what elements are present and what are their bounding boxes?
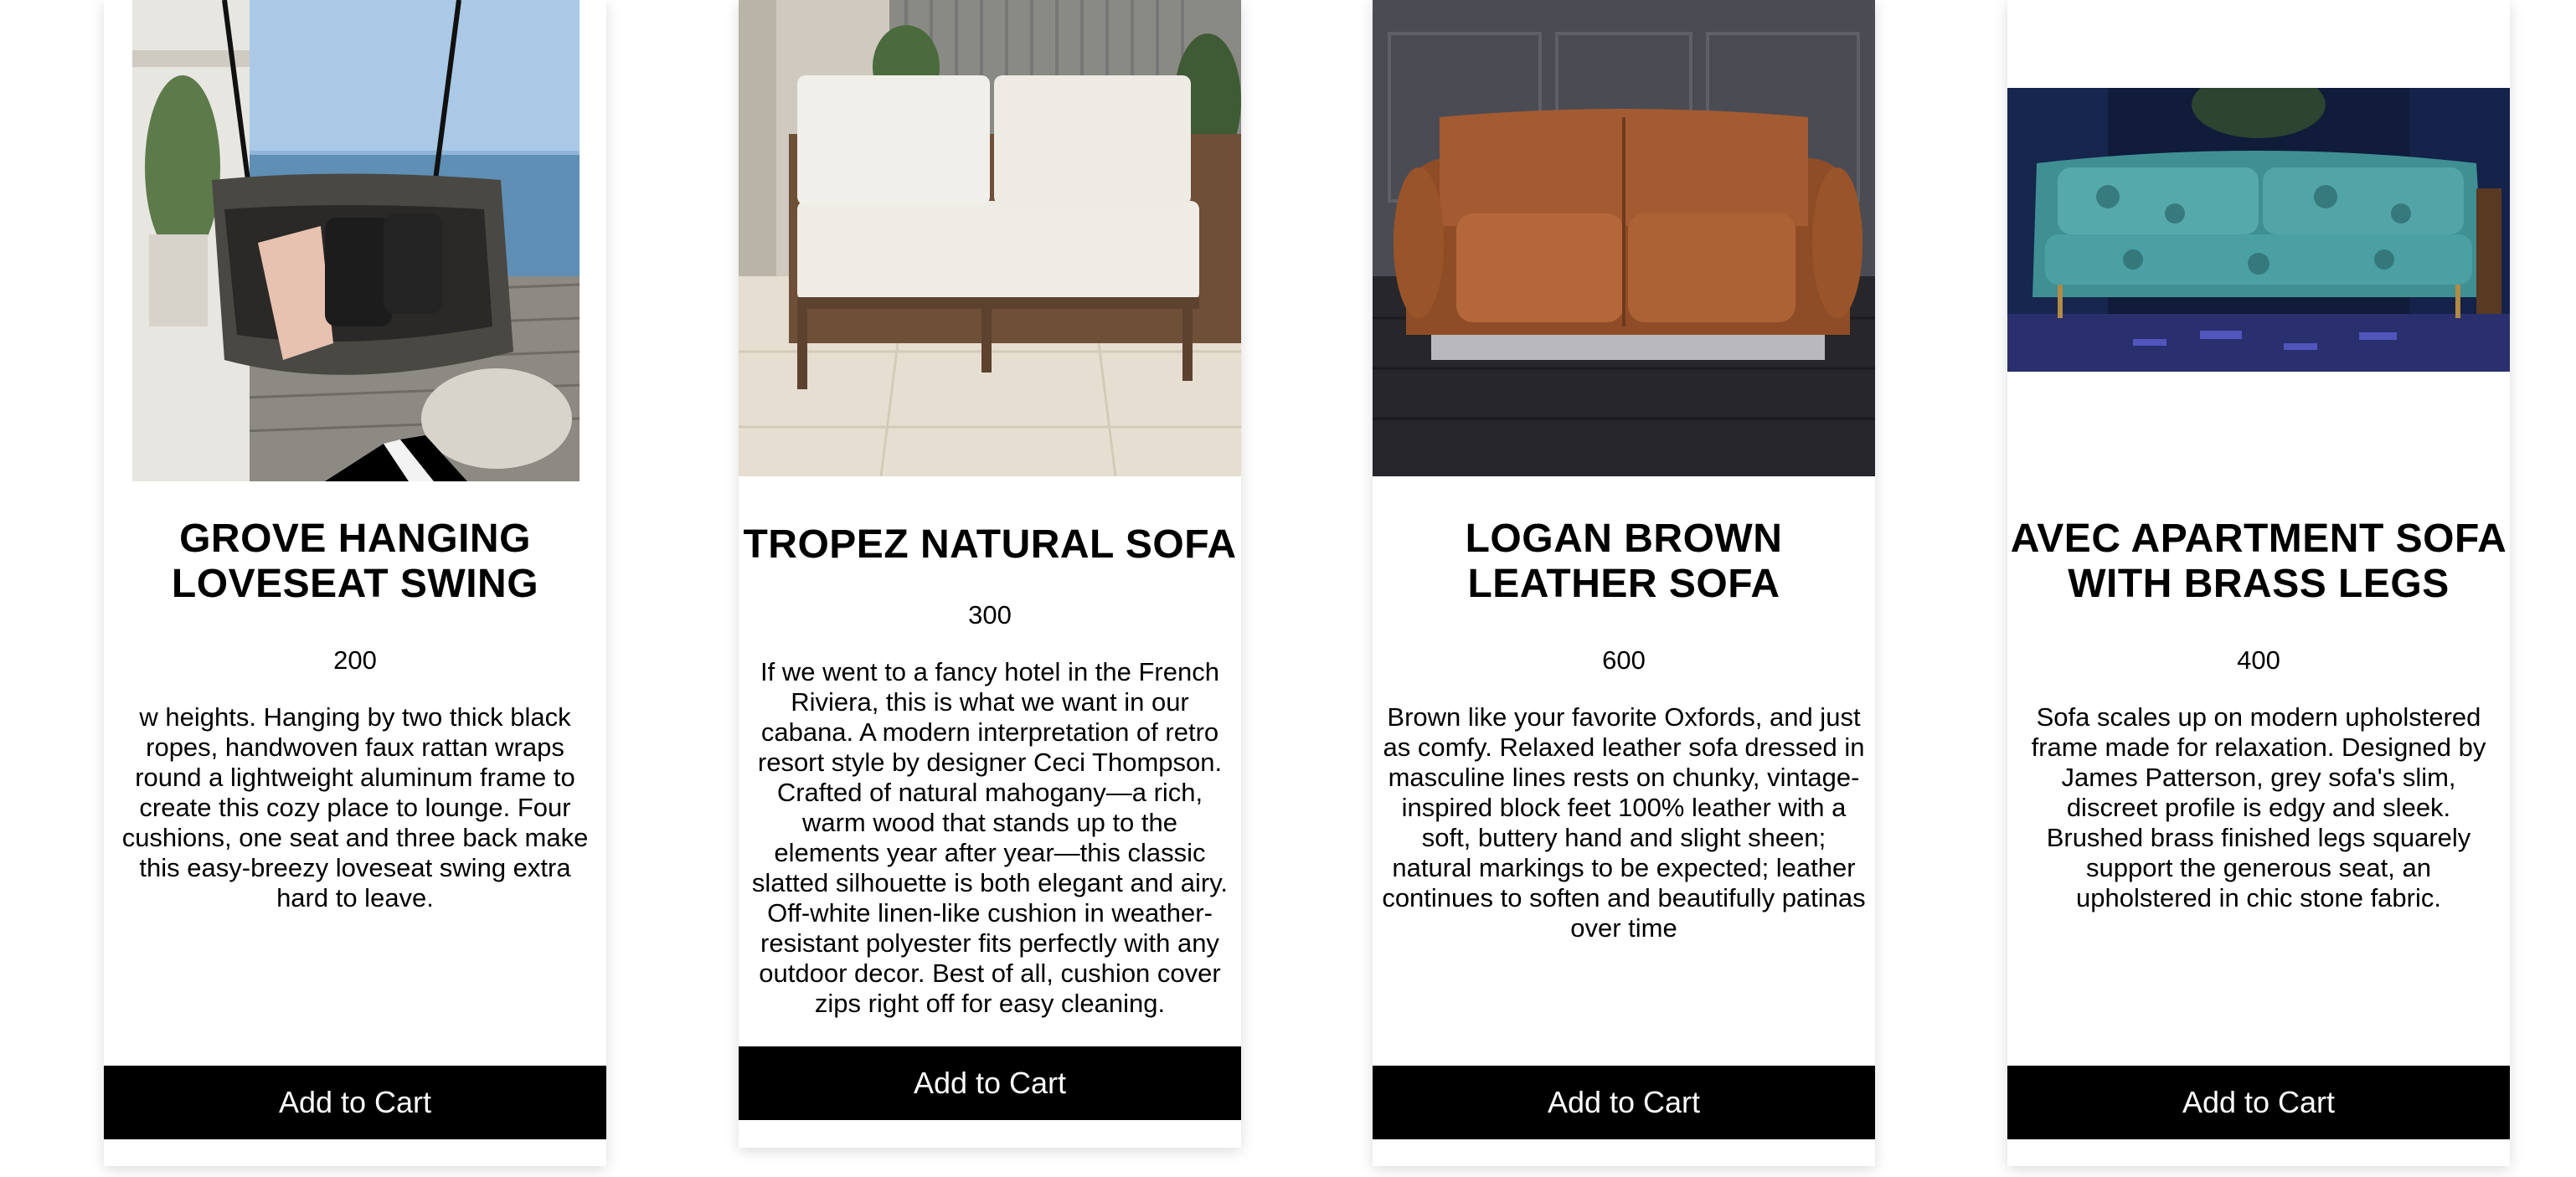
product-card-tropez: TROPEZ NATURAL SOFA 300 If we went to a … [739,0,1241,1148]
product-image-tropez-sofa[interactable] [739,0,1241,476]
product-price: 400 [2237,645,2280,675]
product-description: Brown like your favorite Oxfords, and ju… [1382,702,1866,943]
product-card-grove: GROVE HANGING LOVESEAT SWING 200 w heigh… [104,0,606,1166]
product-description: Sofa scales up on modern upholstered fra… [2031,702,2486,912]
product-image-grove-swing[interactable] [104,0,606,481]
product-title: AVEC APARTMENT SOFA WITH BRASS LEGS [2010,517,2507,606]
product-description: If we went to a fancy hotel in the Frenc… [751,657,1229,1018]
product-price: 300 [968,600,1012,630]
product-price: 200 [333,645,377,675]
product-card-avec: AVEC APARTMENT SOFA WITH BRASS LEGS 400 … [2007,0,2510,1166]
product-grid: GROVE HANGING LOVESEAT SWING 200 w heigh… [0,0,2576,1177]
product-title: TROPEZ NATURAL SOFA [743,522,1237,567]
add-to-cart-button[interactable]: Add to Cart [104,1066,606,1139]
add-to-cart-button[interactable]: Add to Cart [1373,1066,1875,1139]
product-title: GROVE HANGING LOVESEAT SWING [171,517,539,606]
add-to-cart-button[interactable]: Add to Cart [2007,1066,2510,1139]
product-card-logan: LOGAN BROWN LEATHER SOFA 600 Brown like … [1373,0,1875,1166]
product-description: w heights. Hanging by two thick black ro… [121,702,589,912]
product-title: LOGAN BROWN LEATHER SOFA [1465,517,1783,606]
product-price: 600 [1602,645,1646,675]
product-image-logan-sofa[interactable] [1373,0,1875,476]
product-image-avec-sofa[interactable] [2007,88,2510,372]
add-to-cart-button[interactable]: Add to Cart [739,1046,1241,1120]
